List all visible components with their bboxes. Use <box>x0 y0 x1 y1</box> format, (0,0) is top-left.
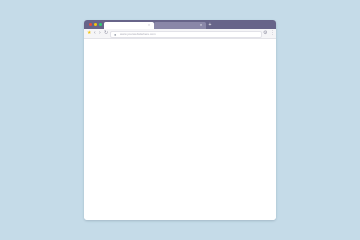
reload-icon[interactable]: ↻ <box>104 31 108 36</box>
minimize-window-button[interactable] <box>94 23 97 26</box>
address-bar[interactable]: ● www.yourwebsitehere.com <box>110 31 262 38</box>
lock-icon: ● <box>114 32 117 37</box>
close-tab-icon[interactable]: × <box>199 23 203 27</box>
tab-active[interactable]: × <box>104 22 154 29</box>
page-content <box>84 39 276 220</box>
settings-icon[interactable]: ⚙ <box>263 31 267 36</box>
star-icon[interactable]: ★ <box>87 31 91 36</box>
title-bar: × × + <box>84 20 276 29</box>
address-url: www.yourwebsitehere.com <box>120 32 156 36</box>
browser-window: × × + ★ ‹ › ↻ ● www.yourwebsitehere.com … <box>84 20 276 220</box>
arrow-right-icon[interactable]: › <box>99 31 101 36</box>
browser-toolbar: ★ ‹ › ↻ ● www.yourwebsitehere.com ⚙ ⋮ <box>84 29 276 39</box>
tab-inactive[interactable]: × <box>154 22 206 29</box>
close-window-button[interactable] <box>89 23 92 26</box>
new-tab-button[interactable]: + <box>208 23 212 28</box>
arrow-left-icon[interactable]: ‹ <box>94 31 96 36</box>
close-tab-icon[interactable]: × <box>147 23 151 27</box>
window-controls <box>89 23 102 26</box>
maximize-window-button[interactable] <box>99 23 102 26</box>
menu-icon[interactable]: ⋮ <box>270 31 275 36</box>
